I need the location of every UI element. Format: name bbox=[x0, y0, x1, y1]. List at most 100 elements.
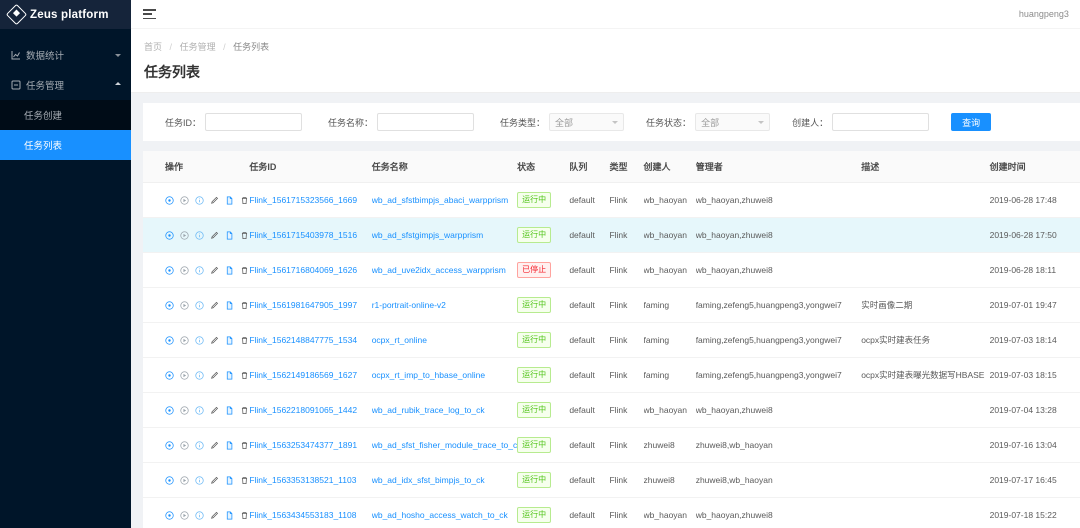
row-task-name[interactable]: wb_ad_sfst_fisher_module_trace_to_ck bbox=[371, 427, 518, 463]
table-row[interactable]: Flink_1562218091065_1442 wb_ad_rubik_trac… bbox=[143, 392, 1080, 428]
file-icon[interactable] bbox=[225, 336, 234, 345]
breadcrumb-home[interactable]: 首页 bbox=[144, 42, 162, 52]
row-task-name[interactable]: wb_ad_sfstbimpjs_abaci_warpprism bbox=[371, 182, 518, 218]
sidebar-item-task-create[interactable]: 任务创建 bbox=[0, 100, 131, 130]
row-task-name[interactable]: r1-portrait-online-v2 bbox=[371, 287, 518, 323]
row-task-name[interactable]: ocpx_rt_online bbox=[371, 322, 518, 358]
row-task-id-text[interactable]: Flink_1561715403978_1516 bbox=[249, 230, 357, 240]
start-circle-icon[interactable] bbox=[165, 195, 174, 205]
edit-icon[interactable] bbox=[210, 301, 219, 310]
table-row[interactable]: Flink_1561716804069_1626 wb_ad_uve2idx_ac… bbox=[143, 252, 1080, 288]
info-circle-icon[interactable] bbox=[195, 370, 204, 380]
delete-icon[interactable] bbox=[240, 196, 249, 205]
row-task-id[interactable]: Flink_1563353138521_1103 bbox=[249, 462, 372, 498]
brand-logo[interactable]: Zeus platform bbox=[0, 0, 131, 29]
row-task-name-text[interactable]: wb_ad_uve2idx_access_warpprism bbox=[372, 265, 506, 275]
hamburger-icon[interactable] bbox=[143, 9, 156, 19]
edit-icon[interactable] bbox=[210, 476, 219, 485]
edit-icon[interactable] bbox=[210, 196, 219, 205]
start-circle-icon[interactable] bbox=[165, 230, 174, 240]
row-task-name[interactable]: wb_ad_rubik_trace_log_to_ck bbox=[371, 392, 518, 428]
info-circle-icon[interactable] bbox=[195, 405, 204, 415]
delete-icon[interactable] bbox=[240, 371, 249, 380]
edit-icon[interactable] bbox=[210, 371, 219, 380]
delete-icon[interactable] bbox=[240, 406, 249, 415]
row-task-id-text[interactable]: Flink_1563253474377_1891 bbox=[249, 440, 357, 450]
creator-input[interactable] bbox=[832, 113, 930, 131]
file-icon[interactable] bbox=[225, 511, 234, 520]
row-task-id[interactable]: Flink_1561716804069_1626 bbox=[249, 252, 372, 288]
row-task-name[interactable]: wb_ad_sfstgimpjs_warpprism bbox=[371, 217, 518, 253]
table-row[interactable]: Flink_1561715323566_1669 wb_ad_sfstbimpjs… bbox=[143, 182, 1080, 218]
table-row[interactable]: Flink_1563434553183_1108 wb_ad_hosho_acce… bbox=[143, 497, 1080, 528]
row-task-name[interactable]: wb_ad_hosho_access_watch_to_ck bbox=[371, 497, 518, 528]
row-task-id[interactable]: Flink_1562149186569_1627 bbox=[249, 357, 372, 393]
row-task-id-text[interactable]: Flink_1562218091065_1442 bbox=[249, 405, 357, 415]
row-task-name-text[interactable]: ocpx_rt_imp_to_hbase_online bbox=[372, 370, 485, 380]
info-circle-icon[interactable] bbox=[195, 475, 204, 485]
stop-circle-icon[interactable] bbox=[180, 300, 189, 310]
stop-circle-icon[interactable] bbox=[180, 405, 189, 415]
delete-icon[interactable] bbox=[240, 441, 249, 450]
table-row[interactable]: Flink_1562148847775_1534 ocpx_rt_online 运行… bbox=[143, 322, 1080, 358]
edit-icon[interactable] bbox=[210, 511, 219, 520]
row-task-name[interactable]: wb_ad_idx_sfst_bimpjs_to_ck bbox=[371, 462, 518, 498]
start-circle-icon[interactable] bbox=[165, 370, 174, 380]
row-task-name-text[interactable]: ocpx_rt_online bbox=[372, 335, 427, 345]
start-circle-icon[interactable] bbox=[165, 265, 174, 275]
file-icon[interactable] bbox=[225, 231, 234, 240]
task-id-input[interactable] bbox=[205, 113, 303, 131]
task-name-input[interactable] bbox=[377, 113, 475, 131]
file-icon[interactable] bbox=[225, 476, 234, 485]
delete-icon[interactable] bbox=[240, 301, 249, 310]
row-task-name[interactable]: ocpx_rt_imp_to_hbase_online bbox=[371, 357, 518, 393]
edit-icon[interactable] bbox=[210, 266, 219, 275]
row-task-name-text[interactable]: wb_ad_idx_sfst_bimpjs_to_ck bbox=[372, 475, 485, 485]
row-task-name-text[interactable]: wb_ad_rubik_trace_log_to_ck bbox=[372, 405, 485, 415]
row-task-id-text[interactable]: Flink_1562148847775_1534 bbox=[249, 335, 357, 345]
query-button[interactable]: 查询 bbox=[951, 113, 992, 131]
row-task-id[interactable]: Flink_1561715403978_1516 bbox=[249, 217, 372, 253]
task-status-select[interactable]: 全部 bbox=[695, 113, 771, 131]
info-circle-icon[interactable] bbox=[195, 335, 204, 345]
row-task-id[interactable]: Flink_1562218091065_1442 bbox=[249, 392, 372, 428]
stop-circle-icon[interactable] bbox=[180, 440, 189, 450]
delete-icon[interactable] bbox=[240, 511, 249, 520]
stop-circle-icon[interactable] bbox=[180, 475, 189, 485]
row-task-name-text[interactable]: wb_ad_sfst_fisher_module_trace_to_ck bbox=[372, 440, 517, 450]
file-icon[interactable] bbox=[225, 266, 234, 275]
stop-circle-icon[interactable] bbox=[180, 335, 189, 345]
delete-icon[interactable] bbox=[240, 476, 249, 485]
delete-icon[interactable] bbox=[240, 231, 249, 240]
delete-icon[interactable] bbox=[240, 266, 249, 275]
row-task-id[interactable]: Flink_1561715323566_1669 bbox=[249, 182, 372, 218]
table-row[interactable]: Flink_1561715403978_1516 wb_ad_sfstgimpjs… bbox=[143, 217, 1080, 253]
start-circle-icon[interactable] bbox=[165, 510, 174, 520]
delete-icon[interactable] bbox=[240, 336, 249, 345]
start-circle-icon[interactable] bbox=[165, 475, 174, 485]
sidebar-item-task-management[interactable]: 任务管理 bbox=[0, 70, 131, 100]
start-circle-icon[interactable] bbox=[165, 440, 174, 450]
info-circle-icon[interactable] bbox=[195, 265, 204, 275]
table-row[interactable]: Flink_1563353138521_1103 wb_ad_idx_sfst_b… bbox=[143, 462, 1080, 498]
row-task-id-text[interactable]: Flink_1563353138521_1103 bbox=[249, 475, 356, 485]
info-circle-icon[interactable] bbox=[195, 300, 204, 310]
breadcrumb-section[interactable]: 任务管理 bbox=[180, 42, 216, 52]
task-type-select[interactable]: 全部 bbox=[549, 113, 625, 131]
sidebar-item-task-list[interactable]: 任务列表 bbox=[0, 130, 131, 160]
row-task-id-text[interactable]: Flink_1562149186569_1627 bbox=[249, 370, 357, 380]
start-circle-icon[interactable] bbox=[165, 405, 174, 415]
file-icon[interactable] bbox=[225, 406, 234, 415]
row-task-id[interactable]: Flink_1563434553183_1108 bbox=[249, 497, 372, 528]
row-task-id[interactable]: Flink_1563253474377_1891 bbox=[249, 427, 372, 463]
stop-circle-icon[interactable] bbox=[180, 195, 189, 205]
info-circle-icon[interactable] bbox=[195, 510, 204, 520]
stop-circle-icon[interactable] bbox=[180, 370, 189, 380]
file-icon[interactable] bbox=[225, 441, 234, 450]
row-task-id-text[interactable]: Flink_1561716804069_1626 bbox=[249, 265, 357, 275]
row-task-id[interactable]: Flink_1561981647905_1997 bbox=[249, 287, 372, 323]
table-row[interactable]: Flink_1563253474377_1891 wb_ad_sfst_fishe… bbox=[143, 427, 1080, 463]
file-icon[interactable] bbox=[225, 196, 234, 205]
stop-circle-icon[interactable] bbox=[180, 510, 189, 520]
row-task-id[interactable]: Flink_1562148847775_1534 bbox=[249, 322, 372, 358]
